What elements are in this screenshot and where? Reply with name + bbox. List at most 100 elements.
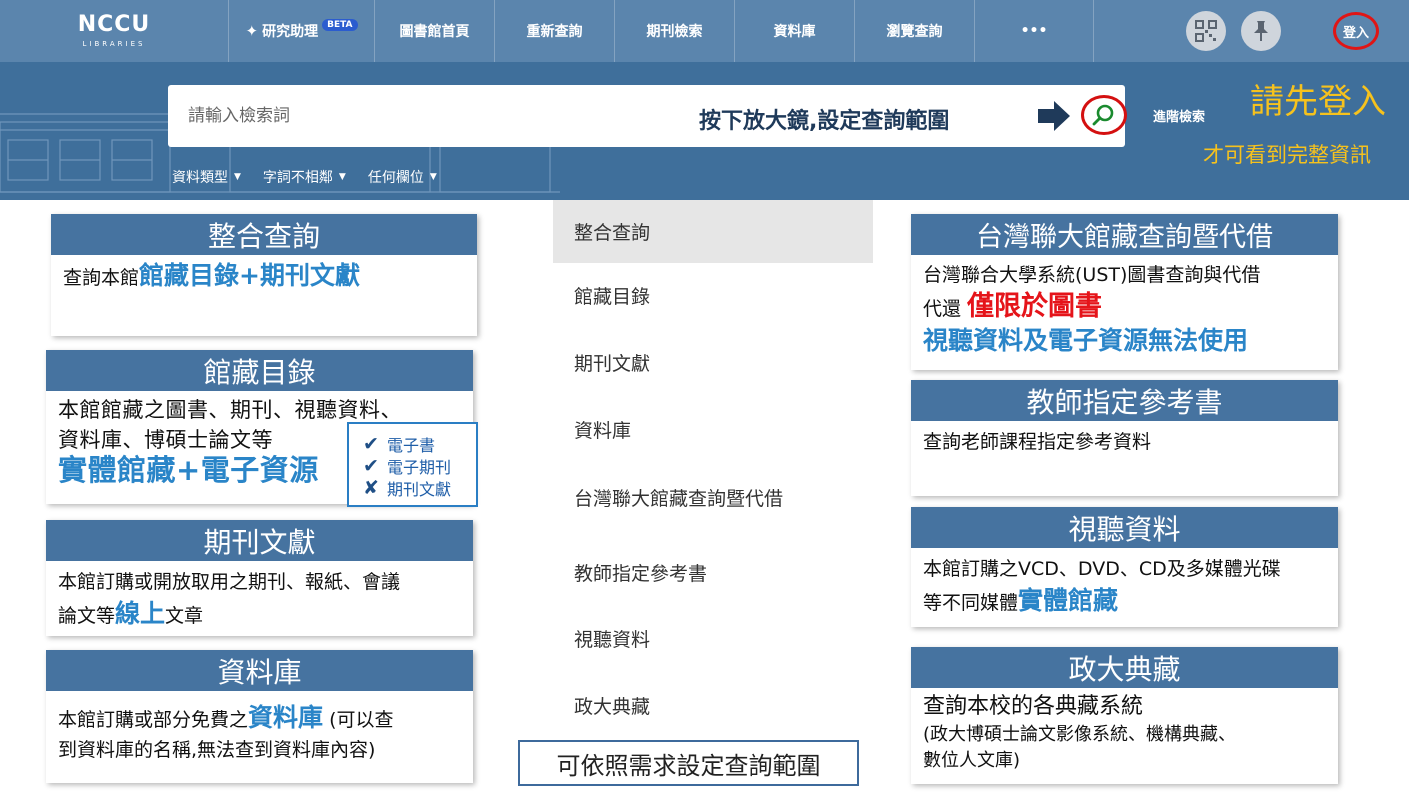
av-line2-prefix: 等不同媒體 (923, 592, 1019, 614)
card-nccu-archives-title: 政大典藏 (911, 647, 1338, 688)
search-button[interactable] (1081, 95, 1127, 135)
integrated-highlight: 館藏目錄+期刊文獻 (139, 261, 360, 290)
nav-research-assistant-label: 研究助理 (262, 24, 319, 40)
scope-option-av[interactable]: 視聽資料 (553, 607, 873, 670)
checklist-item: ✔ 電子期刊 (363, 455, 476, 477)
card-database-title: 資料庫 (46, 650, 473, 691)
filter-material-type[interactable]: 資料類型 ▼ (172, 167, 241, 187)
nav-journal-search-label: 期刊檢索 (646, 24, 703, 40)
nav-journal-search[interactable]: 期刊檢索 (614, 0, 734, 62)
card-library-catalog-title: 館藏目錄 (46, 350, 473, 391)
logo-text: NCCU (77, 12, 151, 37)
scope-option-journals[interactable]: 期刊文獻 (553, 331, 873, 394)
filter-field-label: 任何欄位 (367, 170, 424, 186)
more-icon: ••• (1020, 23, 1048, 39)
ust-line3: 視聽資料及電子資源無法使用 (923, 326, 1249, 355)
login-button[interactable]: 登入 (1333, 12, 1379, 50)
scope-option-integrated[interactable]: 整合查詢 (553, 200, 873, 263)
top-navigation-bar: NCCU LIBRARIES ✦ 研究助理 BETA 圖書館首頁 重新查詢 期刊… (0, 0, 1409, 62)
scope-option-database[interactable]: 資料庫 (553, 398, 873, 461)
av-line1: 本館訂購之VCD、DVD、CD及多媒體光碟 (923, 558, 1281, 580)
card-integrated-search-body: 查詢本館館藏目錄+期刊文獻 (51, 255, 477, 299)
nav-research-assistant[interactable]: ✦ 研究助理 BETA (228, 0, 374, 62)
card-integrated-search-title: 整合查詢 (51, 214, 477, 255)
card-journal-articles-title: 期刊文獻 (46, 520, 473, 561)
scope-option-ust[interactable]: 台灣聯大館藏查詢暨代借 (553, 466, 873, 529)
login-reminder-subtitle: 才可看到完整資訊 (1203, 143, 1371, 167)
database-line1: 本館訂購或部分免費之資料庫 (可以查 (58, 703, 461, 735)
catalog-resource-checklist: ✔ 電子書 ✔ 電子期刊 ✘ 期刊文獻 (347, 422, 478, 507)
checklist-label: 電子期刊 (387, 458, 452, 477)
sparkle-icon: ✦ (245, 22, 259, 40)
filter-field[interactable]: 任何欄位 ▼ (368, 167, 437, 187)
card-journal-articles: 期刊文獻 本館訂購或開放取用之期刊、報紙、會議 論文等線上文章 (46, 520, 473, 636)
card-ust-loan-title: 台灣聯大館藏查詢暨代借 (911, 214, 1338, 255)
beta-badge: BETA (322, 19, 358, 31)
filter-word-proximity[interactable]: 字詞不相鄰 ▼ (263, 167, 346, 187)
card-database-body: 本館訂購或部分免費之資料庫 (可以查 到資料庫的名稱,無法查到資料庫內容) (46, 691, 473, 771)
nccu-libraries-logo[interactable]: NCCU LIBRARIES (0, 0, 228, 62)
card-course-reserves-body: 查詢老師課程指定參考資料 (911, 421, 1338, 463)
archive-line1: 查詢本校的各典藏系統 (923, 694, 1144, 719)
checkmark-icon: ✔ (363, 433, 379, 455)
card-nccu-archives-body: 查詢本校的各典藏系統 (政大博碩士論文影像系統、機構典藏、 數位人文庫) (911, 688, 1338, 780)
checklist-label: 電子書 (387, 436, 436, 455)
checklist-item: ✘ 期刊文獻 (363, 477, 476, 499)
nav-new-search[interactable]: 重新查詢 (494, 0, 614, 62)
pin-button[interactable] (1241, 11, 1281, 51)
magnifier-icon (1092, 104, 1114, 126)
database-line2: 到資料庫的名稱,無法查到資料庫內容) (58, 739, 376, 761)
integrated-text-prefix: 查詢本館 (63, 267, 140, 289)
scope-option-archive[interactable]: 政大典藏 (553, 674, 873, 737)
login-reminder-title: 請先登入 (1250, 82, 1386, 122)
search-filters: 資料類型 ▼ 字詞不相鄰 ▼ 任何欄位 ▼ (172, 167, 459, 187)
journals-highlight: 線上 (115, 599, 166, 628)
card-av-materials-title: 視聽資料 (911, 507, 1338, 548)
login-label: 登入 (1342, 25, 1369, 41)
checkmark-icon: ✔ (363, 455, 379, 477)
search-input[interactable] (168, 85, 668, 147)
search-box: 按下放大鏡,設定查詢範圍 (168, 85, 1127, 147)
ust-line1: 台灣聯合大學系統(UST)圖書查詢與代借 (923, 264, 1261, 286)
card-nccu-archives: 政大典藏 查詢本校的各典藏系統 (政大博碩士論文影像系統、機構典藏、 數位人文庫… (911, 647, 1338, 784)
card-course-reserves: 教師指定參考書 查詢老師課程指定參考資料 (911, 380, 1338, 496)
ust-highlight-red: 僅限於圖書 (967, 291, 1103, 322)
card-integrated-search: 整合查詢 查詢本館館藏目錄+期刊文獻 (51, 214, 477, 336)
nav-browse[interactable]: 瀏覽查詢 (854, 0, 974, 62)
ust-line2-prefix: 代還 (923, 298, 962, 320)
archive-line2: (政大博碩士論文影像系統、機構典藏、 (923, 724, 1237, 745)
scope-option-catalog[interactable]: 館藏目錄 (553, 264, 873, 327)
logo-subtext: LIBRARIES (82, 40, 146, 48)
card-journal-articles-body: 本館訂購或開放取用之期刊、報紙、會議 論文等線上文章 (46, 561, 473, 638)
card-course-reserves-title: 教師指定參考書 (911, 380, 1338, 421)
av-line2: 等不同媒體實體館藏 (923, 585, 1326, 619)
av-highlight: 實體館藏 (1018, 586, 1119, 615)
nav-database-label: 資料庫 (773, 24, 816, 40)
checklist-label: 期刊文獻 (387, 480, 452, 499)
filter-word-proximity-label: 字詞不相鄰 (262, 170, 333, 186)
nav-library-home[interactable]: 圖書館首頁 (374, 0, 494, 62)
card-ust-loan: 台灣聯大館藏查詢暨代借 台灣聯合大學系統(UST)圖書查詢與代借 代還 僅限於圖… (911, 214, 1338, 370)
filter-material-type-label: 資料類型 (172, 170, 228, 186)
caret-down-icon: ▼ (338, 172, 346, 182)
nav-new-search-label: 重新查詢 (526, 24, 583, 40)
reserve-line1: 查詢老師課程指定參考資料 (923, 431, 1152, 453)
nav-more-button[interactable]: ••• (974, 0, 1094, 62)
nav-browse-label: 瀏覽查詢 (886, 24, 943, 40)
journals-line2-suffix: 文章 (165, 605, 204, 627)
journals-line2: 論文等線上文章 (58, 598, 461, 632)
journals-line2-prefix: 論文等 (58, 605, 116, 627)
database-line1-prefix: 本館訂購或部分免費之 (58, 709, 249, 731)
database-line1-suffix: (可以查 (323, 709, 394, 731)
scope-option-reserves[interactable]: 教師指定參考書 (553, 541, 873, 604)
card-database: 資料庫 本館訂購或部分免費之資料庫 (可以查 到資料庫的名稱,無法查到資料庫內容… (46, 650, 473, 783)
nav-library-home-label: 圖書館首頁 (399, 24, 470, 40)
nav-database[interactable]: 資料庫 (734, 0, 854, 62)
qr-code-button[interactable] (1186, 11, 1226, 51)
card-av-materials-body: 本館訂購之VCD、DVD、CD及多媒體光碟 等不同媒體實體館藏 (911, 548, 1338, 625)
caret-down-icon: ▼ (234, 172, 241, 182)
journals-line1: 本館訂購或開放取用之期刊、報紙、會議 (58, 571, 401, 593)
card-ust-loan-body: 台灣聯合大學系統(UST)圖書查詢與代借 代還 僅限於圖書 視聽資料及電子資源無… (911, 255, 1338, 363)
advanced-search-link[interactable]: 進階檢索 (1153, 106, 1205, 125)
pin-icon (1254, 21, 1268, 41)
